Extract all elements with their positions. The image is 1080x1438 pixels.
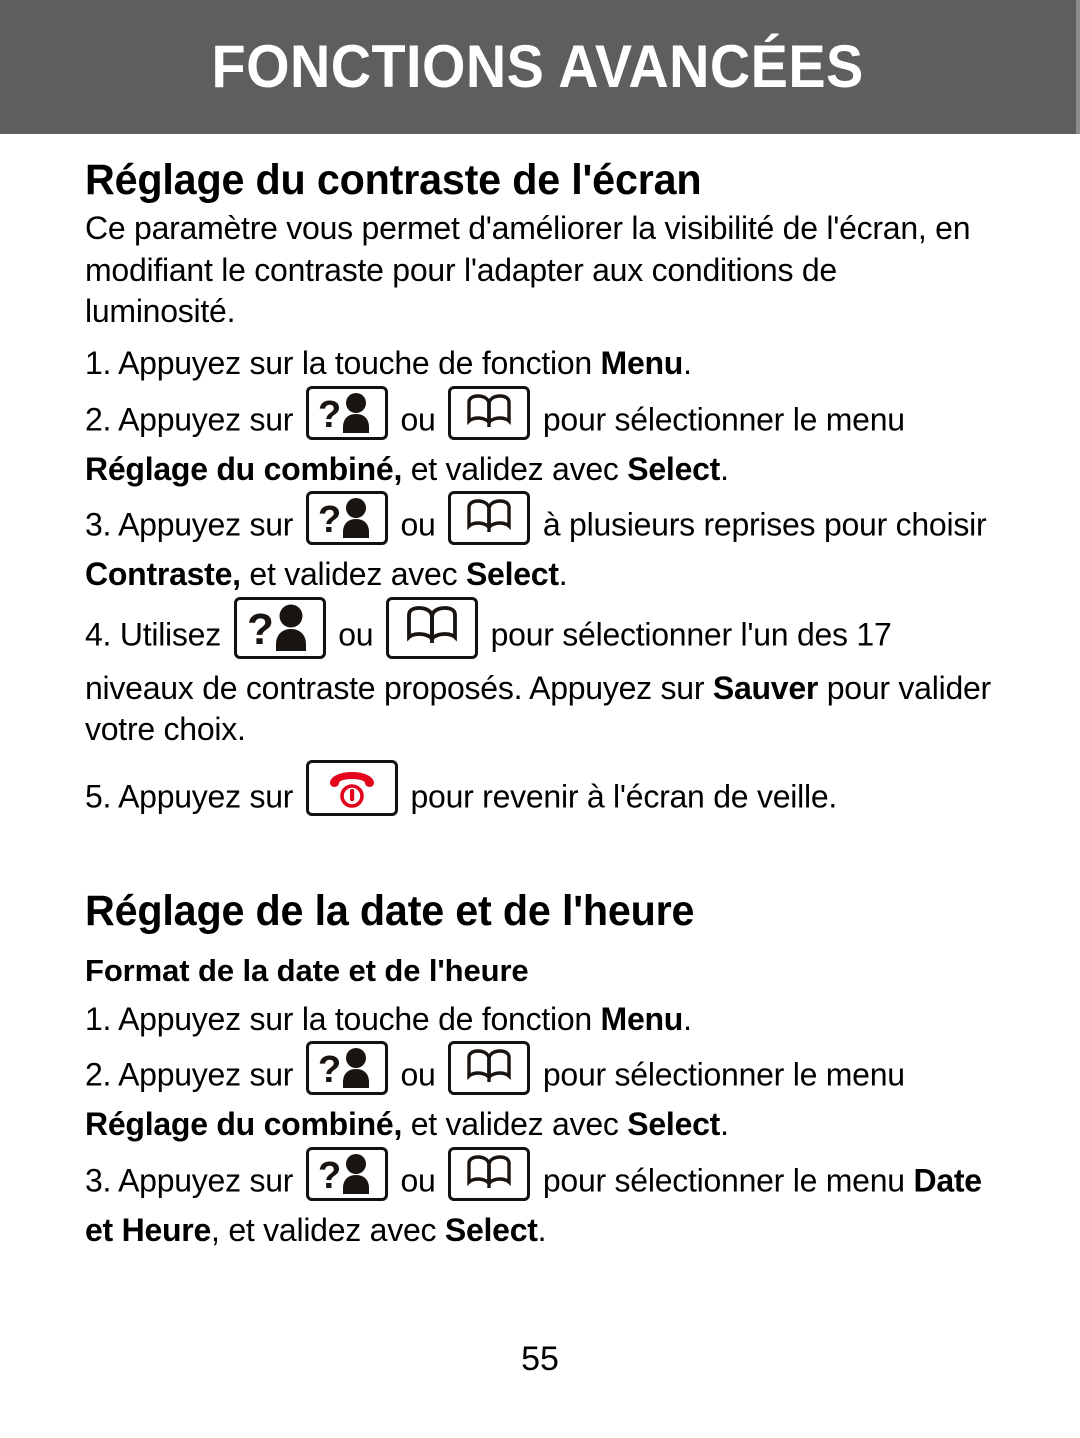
page-number: 55	[521, 1340, 559, 1378]
step-text-end: .	[683, 1000, 692, 1037]
keyword-menu: Menu	[600, 344, 684, 381]
question-person-key-icon[interactable]: ?	[305, 1146, 388, 1201]
keyword-sauver: Sauver	[712, 669, 819, 706]
keyword-select: Select	[465, 556, 559, 593]
svg-text:?: ?	[318, 394, 341, 436]
step-text: à plusieurs reprises pour choisir	[534, 506, 987, 543]
keyword-contraste: Contraste,	[85, 556, 241, 593]
step-text-end: .	[720, 450, 729, 487]
step-2-contraste: 2. Appuyez sur ? ou pour sélectionner le…	[85, 385, 995, 491]
svg-text:?: ?	[318, 1155, 341, 1197]
step-text: ou	[391, 506, 445, 543]
step-text: ou	[391, 1162, 445, 1199]
step-1-date-heure: 1. Appuyez sur la touche de fonction Men…	[85, 999, 995, 1041]
section-title-date-heure: Réglage de la date et de l'heure	[85, 886, 695, 935]
end-call-key-icon[interactable]	[305, 759, 398, 816]
step-text: 2. Appuyez sur	[85, 1056, 302, 1093]
page-header-banner: FONCTIONS AVANCÉES	[0, 0, 1080, 134]
step-text-end: pour revenir à l'écran de veille.	[401, 778, 837, 815]
step-text-end: .	[537, 1211, 547, 1248]
step-text: , et validez avec	[211, 1211, 445, 1248]
step-text: 2. Appuyez sur	[85, 400, 302, 437]
open-book-key-icon[interactable]	[448, 385, 531, 440]
section-intro-contraste: Ce paramètre vous permet d'améliorer la …	[85, 210, 971, 330]
svg-text:?: ?	[318, 499, 341, 541]
open-book-key-icon[interactable]	[448, 1146, 531, 1201]
step-1-contraste: 1. Appuyez sur la touche de fonction Men…	[85, 343, 995, 385]
step-text-end: .	[720, 1106, 729, 1143]
step-text: 4. Utilisez	[85, 616, 230, 653]
step-text: 3. Appuyez sur	[85, 506, 302, 543]
step-text: pour sélectionner le menu	[534, 400, 905, 437]
step-text: pour sélectionner le menu	[534, 1056, 905, 1093]
step-text: pour sélectionner le menu	[534, 1162, 914, 1199]
question-person-key-icon[interactable]: ?	[305, 385, 388, 440]
subsection-title-format-date-heure: Format de la date et de l'heure	[85, 953, 529, 989]
step-text: 1. Appuyez sur la touche de fonction	[85, 1000, 601, 1037]
step-text: et validez avec	[402, 1106, 628, 1143]
keyword-menu: Menu	[600, 1000, 684, 1037]
step-text: 3. Appuyez sur	[85, 1162, 302, 1199]
step-text: ou	[391, 400, 445, 437]
step-text: 5. Appuyez sur	[85, 778, 302, 815]
section-title-contraste: Réglage du contraste de l'écran	[85, 156, 702, 204]
keyword-reglage-combine: Réglage du combiné,	[85, 1106, 403, 1143]
page-content: Réglage du contraste de l'écran Ce param…	[85, 140, 995, 1251]
step-text: ou	[391, 1056, 445, 1093]
step-text: et validez avec	[240, 556, 466, 593]
keyword-select: Select	[444, 1211, 538, 1248]
step-2-date-heure: 2. Appuyez sur ? ou pour sélectionner le…	[85, 1041, 995, 1146]
step-3-contraste: 3. Appuyez sur ? ou à plusieurs reprises…	[85, 491, 995, 596]
question-person-key-icon[interactable]: ?	[305, 1041, 388, 1096]
question-person-key-icon[interactable]: ?	[233, 596, 326, 659]
step-5-contraste: 5. Appuyez sur pour revenir à l'écran de…	[85, 759, 995, 827]
step-text: ou	[329, 616, 382, 653]
svg-text:?: ?	[318, 1049, 341, 1091]
question-person-key-icon[interactable]: ?	[305, 491, 388, 546]
open-book-key-icon[interactable]	[385, 596, 478, 659]
keyword-select: Select	[627, 1106, 721, 1143]
step-text-end: .	[558, 556, 568, 593]
svg-text:?: ?	[247, 605, 274, 654]
open-book-key-icon[interactable]	[448, 1041, 531, 1096]
step-text: 1. Appuyez sur la touche de fonction	[85, 344, 601, 381]
page-header-title: FONCTIONS AVANCÉES	[211, 33, 865, 100]
step-text: et validez avec	[402, 450, 628, 487]
keyword-select: Select	[627, 450, 721, 487]
keyword-reglage-combine: Réglage du combiné,	[85, 450, 403, 487]
step-4-contraste: 4. Utilisez ? ou pour sélectionner l'un …	[85, 596, 995, 751]
open-book-key-icon[interactable]	[448, 491, 531, 546]
step-text-end: .	[683, 344, 692, 381]
manual-page: FONCTIONS AVANCÉES Réglage du contraste …	[0, 0, 1080, 1438]
step-3-date-heure: 3. Appuyez sur ? ou pour sélectionner le…	[85, 1146, 995, 1252]
